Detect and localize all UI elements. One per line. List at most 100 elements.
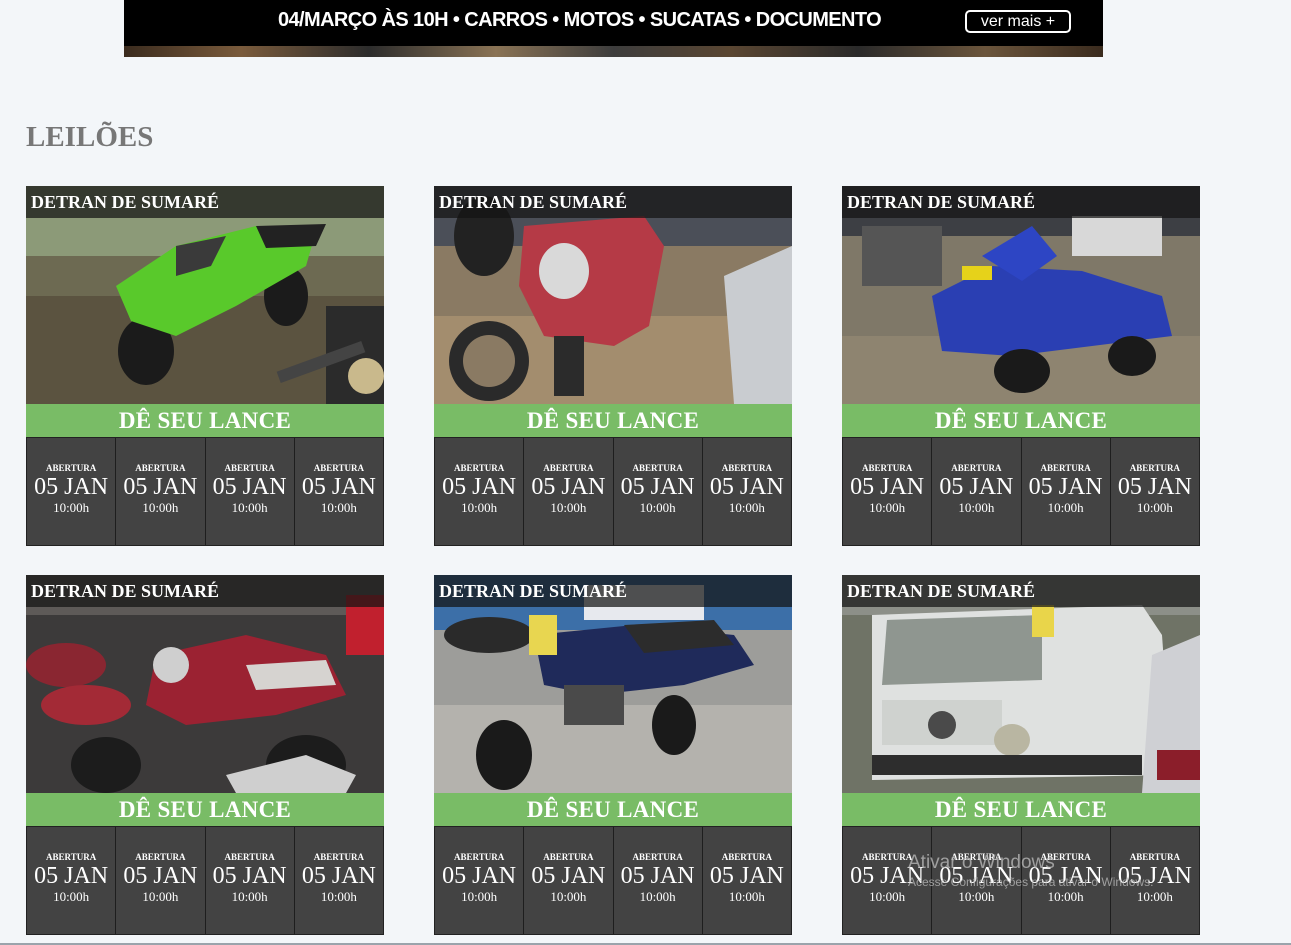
bid-button[interactable]: DÊ SEU LANCE	[434, 404, 792, 437]
date-cell: ABERTURA 05 JAN 10:00h	[116, 827, 206, 934]
dates-bar: ABERTURA 05 JAN 10:00h ABERTURA 05 JAN 1…	[26, 826, 384, 935]
watermark-title: Ativar o Windows	[908, 852, 1055, 873]
date-cell: ABERTURA 05 JAN 10:00h	[614, 827, 703, 934]
bid-button[interactable]: DÊ SEU LANCE	[26, 404, 384, 437]
date-time: 10:00h	[550, 889, 587, 904]
date-label: ABERTURA	[1129, 463, 1180, 473]
date-cell: ABERTURA 05 JAN 10:00h	[524, 827, 614, 934]
date-cell: ABERTURA 05 JAN 10:00h	[1111, 438, 1199, 545]
date-value: 05 JAN	[1117, 474, 1192, 500]
banner-photo-strip	[124, 46, 1103, 57]
date-label: ABERTURA	[721, 852, 772, 862]
date-cell: ABERTURA 05 JAN 10:00h	[703, 438, 791, 545]
date-value: 05 JAN	[1028, 474, 1103, 500]
date-value: 05 JAN	[123, 863, 198, 889]
dates-bar: ABERTURA 05 JAN 10:00h ABERTURA 05 JAN 1…	[434, 437, 792, 546]
date-time: 10:00h	[142, 889, 179, 904]
date-cell: ABERTURA 05 JAN 10:00h	[27, 827, 117, 934]
vehicle-photo[interactable]	[434, 575, 792, 793]
date-label: ABERTURA	[721, 463, 772, 473]
date-value: 05 JAN	[34, 863, 109, 889]
date-cell: ABERTURA 05 JAN 10:00h	[206, 438, 295, 545]
date-time: 10:00h	[53, 500, 90, 515]
date-time: 10:00h	[728, 500, 765, 515]
date-cell: ABERTURA 05 JAN 10:00h	[932, 438, 1022, 545]
bid-button[interactable]: DÊ SEU LANCE	[26, 793, 384, 826]
date-label: ABERTURA	[224, 852, 275, 862]
date-time: 10:00h	[639, 889, 676, 904]
date-time: 10:00h	[231, 500, 268, 515]
auction-card[interactable]: DETRAN DE SUMARÉ DÊ SEU LANCE ABERTURA 0…	[26, 186, 384, 546]
date-time: 10:00h	[53, 889, 90, 904]
date-value: 05 JAN	[531, 474, 606, 500]
date-time: 10:00h	[461, 889, 498, 904]
date-time: 10:00h	[1136, 889, 1173, 904]
bid-button[interactable]: DÊ SEU LANCE	[842, 793, 1200, 826]
date-value: 05 JAN	[939, 474, 1014, 500]
date-cell: ABERTURA 05 JAN 10:00h	[843, 438, 933, 545]
date-time: 10:00h	[869, 889, 906, 904]
auction-card[interactable]: DETRAN DE SUMARÉ DÊ SEU LANCE ABERTURA 0…	[434, 186, 792, 546]
date-label: ABERTURA	[46, 463, 97, 473]
date-cell: ABERTURA 05 JAN 10:00h	[295, 438, 383, 545]
date-cell: ABERTURA 05 JAN 10:00h	[295, 827, 383, 934]
date-time: 10:00h	[869, 500, 906, 515]
agency-label: DETRAN DE SUMARÉ	[26, 186, 384, 218]
vehicle-photo[interactable]	[434, 186, 792, 404]
date-label: ABERTURA	[632, 463, 683, 473]
dates-bar: ABERTURA 05 JAN 10:00h ABERTURA 05 JAN 1…	[26, 437, 384, 546]
date-value: 05 JAN	[709, 474, 784, 500]
section-title: LEILÕES	[26, 121, 154, 153]
auction-card[interactable]: DETRAN DE SUMARÉ DÊ SEU LANCE ABERTURA 0…	[26, 575, 384, 935]
date-time: 10:00h	[958, 500, 995, 515]
date-time: 10:00h	[142, 500, 179, 515]
date-time: 10:00h	[958, 889, 995, 904]
date-time: 10:00h	[320, 889, 357, 904]
date-cell: ABERTURA 05 JAN 10:00h	[524, 438, 614, 545]
date-value: 05 JAN	[123, 474, 198, 500]
date-label: ABERTURA	[951, 463, 1002, 473]
dates-bar: ABERTURA 05 JAN 10:00h ABERTURA 05 JAN 1…	[434, 826, 792, 935]
agency-label: DETRAN DE SUMARÉ	[434, 575, 792, 607]
date-value: 05 JAN	[709, 863, 784, 889]
date-time: 10:00h	[1047, 889, 1084, 904]
agency-label: DETRAN DE SUMARÉ	[842, 575, 1200, 607]
date-time: 10:00h	[320, 500, 357, 515]
bid-button[interactable]: DÊ SEU LANCE	[842, 404, 1200, 437]
date-value: 05 JAN	[531, 863, 606, 889]
bid-button[interactable]: DÊ SEU LANCE	[434, 793, 792, 826]
auction-card[interactable]: DETRAN DE SUMARÉ DÊ SEU LANCE ABERTURA 0…	[434, 575, 792, 935]
agency-label: DETRAN DE SUMARÉ	[842, 186, 1200, 218]
date-time: 10:00h	[461, 500, 498, 515]
date-cell: ABERTURA 05 JAN 10:00h	[206, 827, 295, 934]
vehicle-photo[interactable]	[26, 575, 384, 793]
date-cell: ABERTURA 05 JAN 10:00h	[1022, 438, 1111, 545]
ver-mais-button[interactable]: ver mais +	[965, 10, 1071, 33]
date-label: ABERTURA	[224, 463, 275, 473]
vehicle-photo[interactable]	[842, 575, 1200, 793]
auction-card[interactable]: DETRAN DE SUMARÉ DÊ SEU LANCE ABERTURA 0…	[842, 186, 1200, 546]
date-time: 10:00h	[1047, 500, 1084, 515]
windows-activation-watermark: Ativar o Windows Acesse Configurações pa…	[908, 852, 1153, 890]
date-time: 10:00h	[550, 500, 587, 515]
date-value: 05 JAN	[620, 863, 695, 889]
date-label: ABERTURA	[632, 852, 683, 862]
vehicle-photo[interactable]	[842, 186, 1200, 404]
date-value: 05 JAN	[301, 863, 376, 889]
vehicle-photo[interactable]	[26, 186, 384, 404]
banner-text: 04/MARÇO ÀS 10H • CARROS • MOTOS • SUCAT…	[278, 9, 882, 31]
date-label: ABERTURA	[313, 463, 364, 473]
dates-bar: ABERTURA 05 JAN 10:00h ABERTURA 05 JAN 1…	[842, 437, 1200, 546]
date-value: 05 JAN	[442, 474, 517, 500]
promo-banner[interactable]: 04/MARÇO ÀS 10H • CARROS • MOTOS • SUCAT…	[124, 0, 1103, 57]
date-label: ABERTURA	[1040, 463, 1091, 473]
date-cell: ABERTURA 05 JAN 10:00h	[614, 438, 703, 545]
date-label: ABERTURA	[454, 852, 505, 862]
date-label: ABERTURA	[313, 852, 364, 862]
date-cell: ABERTURA 05 JAN 10:00h	[116, 438, 206, 545]
date-cell: ABERTURA 05 JAN 10:00h	[703, 827, 791, 934]
date-time: 10:00h	[639, 500, 676, 515]
date-cell: ABERTURA 05 JAN 10:00h	[27, 438, 117, 545]
date-label: ABERTURA	[46, 852, 97, 862]
date-label: ABERTURA	[862, 463, 913, 473]
